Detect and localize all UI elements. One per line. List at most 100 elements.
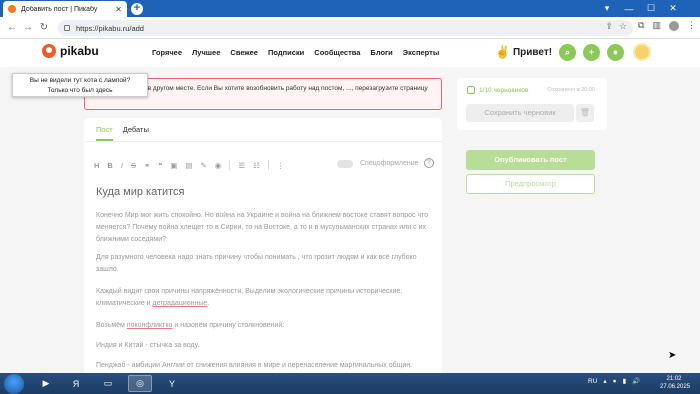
drafts-count: 1/10 черновиков: [479, 86, 529, 94]
strikethrough-icon[interactable]: S: [131, 161, 136, 170]
format-toolbar: H B I S ⚭ ❝ ▣ ▤ ✎ ◉ ☰ ☷ ⋮ Спецоформление…: [94, 158, 434, 172]
paragraph[interactable]: Индия и Китай - стычка за воду.: [96, 340, 430, 352]
tab-title: Добавить пост | Пикабу: [21, 5, 98, 13]
window-controls: ▾ — ☐ ✕: [596, 0, 684, 17]
bookmark-star-icon[interactable]: ☆: [619, 21, 627, 32]
hide-icon[interactable]: ◉: [215, 161, 222, 170]
main-nav: Горячее Лучшее Свежее Подписки Сообществ…: [152, 48, 439, 57]
note-icon[interactable]: ▤: [185, 161, 192, 170]
add-post-button[interactable]: +: [583, 44, 600, 61]
paragraph[interactable]: Для разумного человека надо знать причин…: [96, 252, 430, 276]
forward-icon[interactable]: →: [20, 22, 36, 33]
notifications-button[interactable]: ●: [607, 44, 624, 61]
paragraph[interactable]: Пенджаб - амбиции Англии от снижения вли…: [96, 360, 430, 372]
paragraph[interactable]: Каждый видит свои причины напряжённости.…: [96, 286, 430, 310]
tooltip: Вы не видели тут кота с лампой? Только ч…: [12, 73, 148, 97]
special-format-toggle[interactable]: [337, 160, 353, 168]
bold-icon[interactable]: B: [107, 161, 112, 170]
profile-icon[interactable]: [669, 20, 679, 31]
tab-post[interactable]: Пост: [96, 125, 113, 141]
taskbar: ▶ Я ▭ ◎ Y RU ▴ ● ▮ 🔊 21:02 27.06.2025: [0, 373, 700, 394]
nav-fresh[interactable]: Свежее: [230, 48, 258, 57]
new-tab-button[interactable]: +: [131, 3, 143, 15]
nav-hot[interactable]: Горячее: [152, 48, 182, 57]
toolbar-divider: [267, 160, 269, 170]
reload-icon[interactable]: ↻: [36, 22, 52, 33]
paragraph[interactable]: Конечно Мир мог жить спокойно. Но война …: [96, 210, 430, 246]
network-icon[interactable]: ▮: [623, 377, 627, 385]
editor-tabs: Пост Дебаты: [84, 118, 442, 142]
menu-icon[interactable]: ⋮: [687, 20, 696, 31]
publish-button[interactable]: Опубликовать пост: [466, 150, 595, 170]
chrome-icon[interactable]: ◎: [128, 375, 152, 392]
maximize-icon[interactable]: ☐: [640, 3, 662, 14]
paragraph[interactable]: Возьмём поконфликтко и назовём причину с…: [96, 320, 430, 332]
saved-time: Сохранено в 20:00: [547, 87, 595, 93]
inline-link[interactable]: поконфликтко: [127, 322, 173, 329]
drag-handle-icon[interactable]: ⋮: [277, 161, 285, 170]
greeting-text: Привет!: [512, 46, 553, 58]
close-icon[interactable]: ✕: [115, 5, 122, 14]
site-header: pikabu Горячее Лучшее Свежее Подписки Со…: [0, 39, 700, 67]
tray-arrow-icon[interactable]: ▴: [603, 377, 606, 385]
tooltip-line-2: Только что был здесь: [47, 87, 113, 94]
lock-icon: [64, 25, 70, 31]
marker-icon[interactable]: ✎: [200, 161, 206, 170]
antivirus-icon[interactable]: ●: [613, 378, 617, 385]
search-button[interactable]: ⌕: [559, 44, 576, 61]
paragraph-text: .: [207, 300, 210, 307]
numbered-list-icon[interactable]: ☷: [253, 161, 260, 170]
toolbar-divider: [229, 160, 231, 170]
url-field[interactable]: https://pikabu.ru/add ⇪ ☆: [58, 20, 633, 36]
nav-best[interactable]: Лучшее: [192, 48, 220, 57]
media-player-icon[interactable]: ▶: [34, 375, 58, 392]
avatar[interactable]: [633, 43, 651, 61]
share-icon[interactable]: ⇪: [605, 21, 613, 32]
nav-experts[interactable]: Эксперты: [403, 48, 439, 57]
extensions-icon[interactable]: ⧉: [638, 20, 644, 31]
delete-draft-button[interactable]: 🗑: [576, 104, 594, 122]
bullet-list-icon[interactable]: ☰: [238, 161, 245, 170]
link-icon[interactable]: ⚭: [144, 161, 150, 170]
preview-button[interactable]: Предпросмотр: [466, 174, 595, 194]
file-explorer-icon[interactable]: ▭: [96, 375, 120, 392]
nav-subscriptions[interactable]: Подписки: [268, 48, 304, 57]
tab-list-icon[interactable]: ▾: [596, 3, 618, 14]
sidebar-icon[interactable]: ▥: [652, 20, 661, 31]
save-draft-button[interactable]: Сохранить черновик: [466, 104, 574, 122]
pikabu-logo[interactable]: pikabu: [42, 44, 99, 58]
drafts-counter[interactable]: 1/10 черновиков: [467, 86, 528, 94]
close-window-icon[interactable]: ✕: [662, 3, 684, 14]
start-button[interactable]: [4, 374, 24, 394]
system-tray: RU ▴ ● ▮ 🔊: [588, 377, 640, 386]
url-text: https://pikabu.ru/add: [76, 23, 144, 33]
nav-blogs[interactable]: Блоги: [370, 48, 392, 57]
address-bar: ← → ↻ https://pikabu.ru/add ⇪ ☆ ⧉ ▥ ⋮: [0, 17, 700, 39]
clock-date: 27.06.2025: [660, 384, 691, 390]
heading-icon[interactable]: H: [94, 161, 99, 170]
quote-icon[interactable]: ❝: [158, 161, 162, 170]
paragraph-text: и назовём причину столкновений:: [174, 322, 285, 329]
yandex-browser-icon[interactable]: Я: [64, 375, 88, 392]
nav-communities[interactable]: Сообщества: [314, 48, 360, 57]
inline-link[interactable]: деградационные: [153, 300, 208, 307]
special-format-label: Спецоформление: [360, 160, 419, 167]
back-icon[interactable]: ←: [4, 22, 20, 33]
volume-icon[interactable]: 🔊: [632, 377, 640, 385]
help-icon[interactable]: ?: [424, 158, 434, 168]
italic-icon[interactable]: I: [121, 161, 123, 170]
browser-tab[interactable]: Добавить пост | Пикабу ✕: [3, 1, 127, 17]
post-title[interactable]: Куда мир катится: [96, 186, 185, 198]
language-indicator[interactable]: RU: [588, 378, 597, 385]
yandex-icon[interactable]: Y: [160, 375, 184, 392]
drafts-card: 1/10 черновиков Сохранено в 20:00 Сохран…: [457, 78, 607, 130]
tab-debates[interactable]: Дебаты: [123, 125, 149, 141]
clock[interactable]: 21:02 27.06.2025: [660, 375, 691, 391]
paragraph-text: Каждый видит свои причины напряжённости.…: [96, 288, 403, 307]
trash-icon: 🗑: [579, 108, 591, 117]
browser-tab-bar: Добавить пост | Пикабу ✕ + ▾ — ☐ ✕: [0, 0, 700, 17]
logo-text: pikabu: [60, 44, 99, 58]
tooltip-line-1: Вы не видели тут кота с лампой?: [29, 77, 131, 84]
image-icon[interactable]: ▣: [170, 161, 177, 170]
minimize-icon[interactable]: —: [618, 4, 640, 14]
